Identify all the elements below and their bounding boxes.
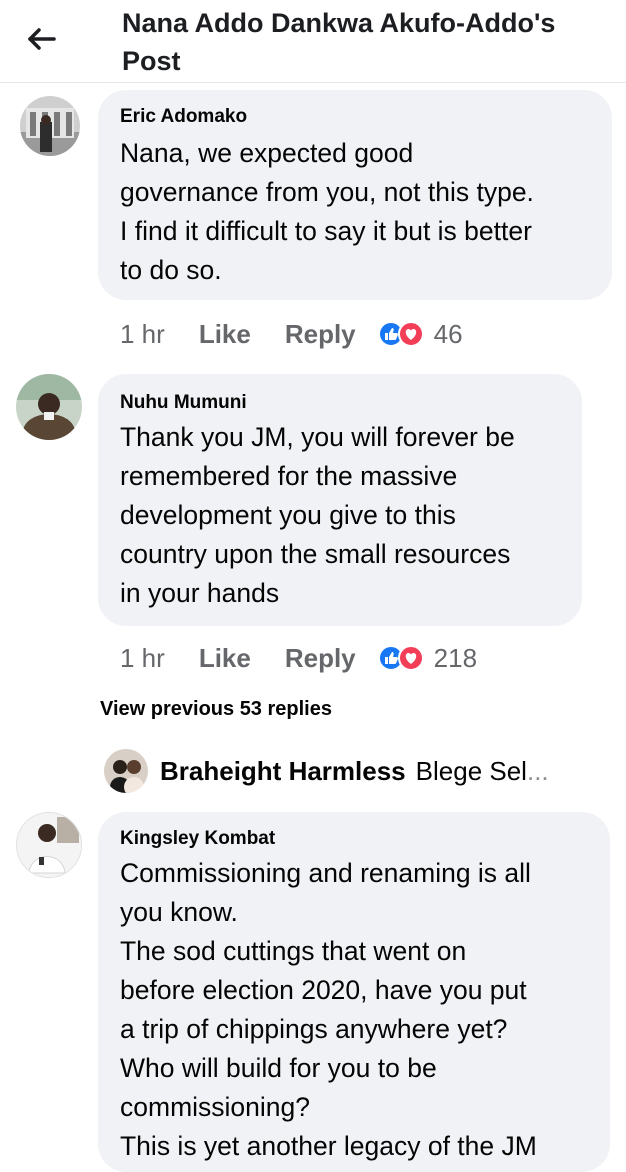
avatar[interactable] bbox=[16, 812, 82, 878]
like-button[interactable]: Like bbox=[199, 643, 251, 674]
avatar[interactable] bbox=[16, 374, 82, 440]
reactions-summary[interactable]: 218 bbox=[377, 642, 478, 674]
comment-text: Nana, we expected good governance from y… bbox=[120, 138, 534, 285]
reply-preview-text: Blege Sel bbox=[415, 755, 527, 786]
like-button[interactable]: Like bbox=[199, 319, 251, 350]
comment-author[interactable]: Nuhu Mumuni bbox=[120, 392, 247, 414]
page-title: Nana Addo Dankwa Akufo-Addo's Post bbox=[122, 8, 556, 76]
reply-preview[interactable]: Braheight Harmless Blege Sel... bbox=[104, 748, 604, 794]
avatar[interactable] bbox=[20, 96, 80, 156]
comment-text: Thank you JM, you will forever be rememb… bbox=[120, 422, 515, 608]
reply-button[interactable]: Reply bbox=[285, 319, 356, 350]
reply-button[interactable]: Reply bbox=[285, 643, 356, 674]
avatar bbox=[104, 749, 148, 793]
reply-preview-ellipsis: ... bbox=[526, 755, 549, 786]
comment-time[interactable]: 1 hr bbox=[120, 319, 165, 350]
love-reaction-icon bbox=[397, 321, 424, 347]
reply-author: Braheight Harmless bbox=[160, 755, 406, 786]
reaction-count: 218 bbox=[433, 642, 478, 673]
post-header: Nana Addo Dankwa Akufo-Addo's Post bbox=[0, 0, 626, 83]
view-previous-replies-link[interactable]: View previous 53 replies bbox=[100, 698, 332, 721]
comment-author[interactable]: Eric Adomako bbox=[120, 106, 247, 128]
back-arrow-icon[interactable] bbox=[24, 22, 58, 56]
love-reaction-icon bbox=[397, 645, 424, 671]
comment-author[interactable]: Kingsley Kombat bbox=[120, 828, 275, 850]
comment-text: Commissioning and renaming is all you kn… bbox=[120, 858, 537, 1161]
reactions-summary[interactable]: 46 bbox=[377, 318, 463, 350]
comment-time[interactable]: 1 hr bbox=[120, 643, 165, 674]
comment-actions: 1 hr Like Reply 218 bbox=[120, 638, 477, 678]
comment-actions: 1 hr Like Reply 46 bbox=[120, 314, 463, 354]
reaction-count: 46 bbox=[433, 318, 463, 349]
